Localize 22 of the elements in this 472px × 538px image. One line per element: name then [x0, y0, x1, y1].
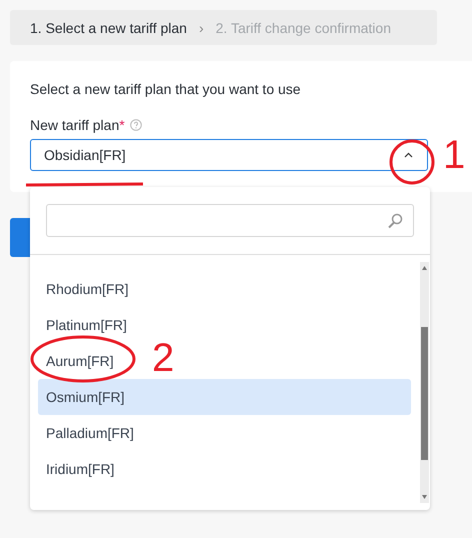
- help-icon[interactable]: [130, 119, 142, 131]
- scrollbar-thumb[interactable]: [421, 327, 428, 460]
- breadcrumb-step[interactable]: 1. Select a new tariff plan: [30, 20, 187, 36]
- scroll-down-icon[interactable]: [422, 495, 427, 499]
- dropdown-option[interactable]: Iridium[FR]: [38, 451, 122, 487]
- scrollbar[interactable]: [420, 262, 429, 503]
- scroll-up-icon[interactable]: [422, 266, 427, 270]
- annotation-number: 1: [443, 135, 466, 175]
- dropdown-option[interactable]: Osmium[FR]: [38, 379, 411, 415]
- plan-select[interactable]: Obsidian[FR]: [30, 139, 428, 171]
- chevron-icon: [404, 152, 413, 158]
- dropdown-option[interactable]: Platinum[FR]: [38, 307, 135, 343]
- dropdown-option[interactable]: Rhodium[FR]: [38, 271, 136, 307]
- field-label: New tariff plan*: [30, 117, 125, 133]
- chevron-separator: ›: [198, 20, 204, 36]
- action-button[interactable]: [10, 218, 30, 257]
- search-icon: [387, 212, 403, 228]
- annotation-number: 2: [152, 338, 174, 378]
- intro-text: Select a new tariff plan that you want to use: [30, 81, 302, 97]
- search-field[interactable]: [46, 204, 414, 237]
- dropdown-option[interactable]: Palladium[FR]: [38, 415, 142, 451]
- annotation-circle: [388, 138, 436, 186]
